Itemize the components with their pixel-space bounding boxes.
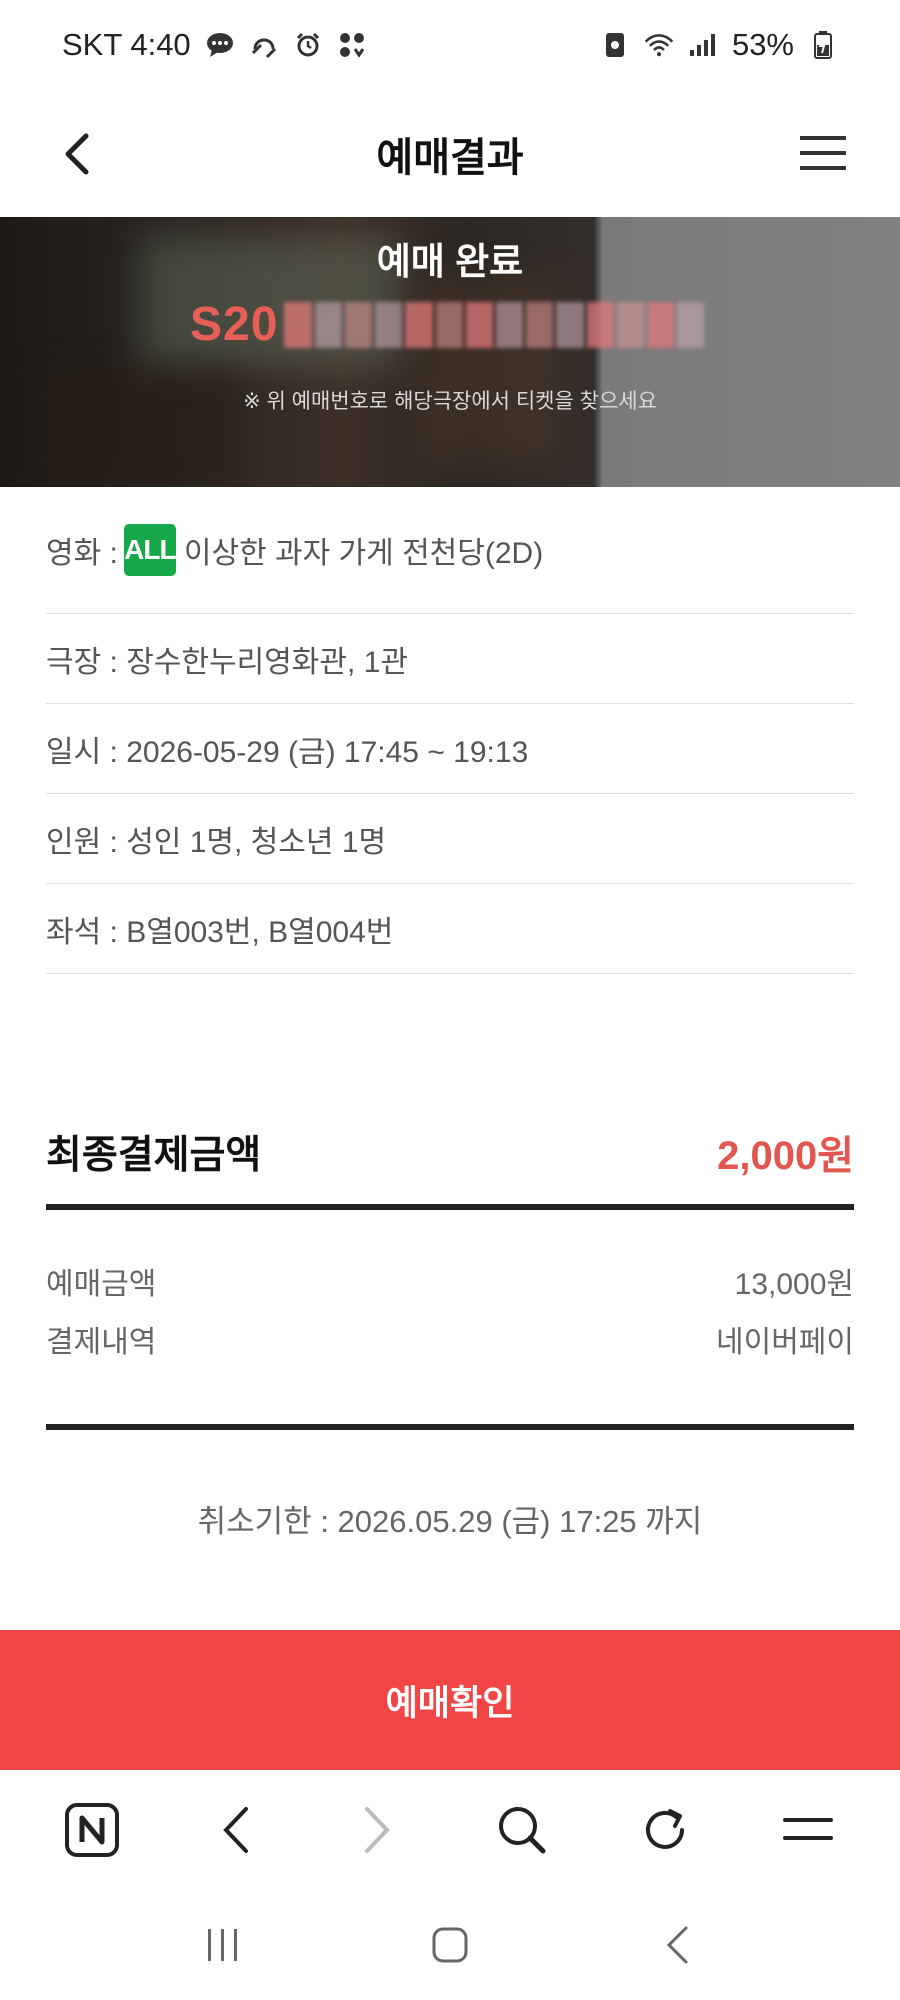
booking-complete-title: 예매 완료 bbox=[376, 241, 524, 282]
payment-breakdown: 예매금액 13,000원 결제내역 네이버페이 bbox=[46, 1252, 854, 1368]
browser-back-button[interactable] bbox=[205, 1800, 265, 1860]
search-icon bbox=[498, 1807, 546, 1854]
naver-n-icon bbox=[64, 1803, 119, 1857]
app-dots-icon bbox=[337, 30, 367, 60]
wifi-icon bbox=[644, 30, 674, 60]
theater-text: 극장 : 장수한누리영화관, 1관 bbox=[46, 645, 408, 679]
chevron-right-icon bbox=[365, 1807, 391, 1853]
payment-line: 결제내역 네이버페이 bbox=[46, 1310, 854, 1368]
payment-line: 예매금액 13,000원 bbox=[46, 1252, 854, 1310]
carrier-time: SKT 4:40 bbox=[62, 27, 191, 62]
movie-row: 영화 : ALL 이상한 과자 가게 전천당(2D) bbox=[46, 487, 854, 614]
datetime-text: 일시 : 2026-05-29 (금) 17:45 ~ 19:13 bbox=[46, 735, 529, 769]
booking-details: 영화 : ALL 이상한 과자 가게 전천당(2D) 극장 : 장수한누리영화관… bbox=[46, 487, 854, 974]
people-row: 인원 : 성인 1명, 청소년 1명 bbox=[46, 794, 854, 884]
movie-label: 영화 : bbox=[46, 537, 118, 570]
browser-forward-button[interactable] bbox=[348, 1800, 408, 1860]
datetime-row: 일시 : 2026-05-29 (금) 17:45 ~ 19:13 bbox=[46, 704, 854, 794]
status-bar: SKT 4:40 53% bbox=[0, 0, 900, 90]
booking-confirm-button[interactable]: 예매확인 bbox=[0, 1630, 900, 1770]
refresh-icon bbox=[646, 1809, 684, 1849]
message-icon bbox=[205, 30, 235, 60]
sim-icon bbox=[600, 30, 630, 60]
home-button[interactable] bbox=[420, 1915, 480, 1975]
cancel-deadline: 취소기한 : 2026.05.29 (금) 17:25 까지 bbox=[197, 1504, 703, 1539]
booking-number-prefix: S20 bbox=[190, 298, 279, 351]
back-button[interactable] bbox=[56, 126, 96, 182]
final-payment-amount: 2,000원 bbox=[717, 1134, 854, 1178]
seats-text: 좌석 : B열003번, B열004번 bbox=[46, 915, 394, 949]
payment-line-label: 결제내역 bbox=[46, 1326, 157, 1359]
booking-number-redacted bbox=[284, 301, 705, 349]
page-title: 예매결과 bbox=[376, 135, 524, 180]
status-right: 53% bbox=[600, 27, 838, 63]
recent-apps-button[interactable] bbox=[193, 1915, 253, 1975]
search-button[interactable] bbox=[492, 1800, 552, 1860]
header: 예매결과 bbox=[0, 90, 900, 217]
system-navigation-bar bbox=[0, 1890, 900, 2000]
hamburger-icon bbox=[800, 136, 846, 170]
chevron-left-icon bbox=[666, 1926, 688, 1964]
divider bbox=[46, 1424, 854, 1430]
final-payment-header: 최종결제금액 2,000원 bbox=[46, 1100, 854, 1210]
home-icon bbox=[432, 1927, 468, 1963]
payment-line-value: 네이버페이 bbox=[716, 1326, 854, 1359]
booking-complete-banner: 예매 완료 S20 ※ 위 예매번호로 해당극장에서 티켓을 찾으세요 bbox=[0, 217, 900, 487]
movie-title: 이상한 과자 가게 전천당(2D) bbox=[183, 537, 544, 570]
theater-row: 극장 : 장수한누리영화관, 1관 bbox=[46, 614, 854, 704]
naver-home-button[interactable] bbox=[62, 1800, 122, 1860]
status-left: SKT 4:40 bbox=[62, 27, 367, 63]
seats-row: 좌석 : B열003번, B열004번 bbox=[46, 884, 854, 974]
chevron-left-icon bbox=[65, 133, 89, 175]
menu-icon bbox=[783, 1818, 834, 1840]
signal-icon bbox=[688, 30, 718, 60]
alarm-icon bbox=[293, 30, 323, 60]
rating-badge: ALL bbox=[123, 524, 177, 576]
browser-toolbar bbox=[0, 1770, 900, 1890]
banner-note: ※ 위 예매번호로 해당극장에서 티켓을 찾으세요 bbox=[243, 390, 657, 413]
browser-menu-button[interactable] bbox=[778, 1800, 838, 1860]
recent-apps-icon bbox=[208, 1929, 238, 1961]
booking-number: S20 bbox=[190, 297, 705, 352]
battery-icon bbox=[808, 30, 838, 60]
chevron-left-icon bbox=[223, 1807, 248, 1853]
final-payment-label: 최종결제금액 bbox=[46, 1134, 262, 1177]
battery-percent: 53% bbox=[731, 27, 794, 62]
payment-line-value: 13,000원 bbox=[734, 1268, 854, 1301]
people-text: 인원 : 성인 1명, 청소년 1명 bbox=[46, 825, 387, 859]
payment-line-label: 예매금액 bbox=[46, 1268, 157, 1301]
refresh-button[interactable] bbox=[635, 1800, 695, 1860]
menu-button[interactable] bbox=[798, 128, 848, 178]
headset-icon bbox=[249, 30, 279, 60]
system-back-button[interactable] bbox=[647, 1915, 707, 1975]
